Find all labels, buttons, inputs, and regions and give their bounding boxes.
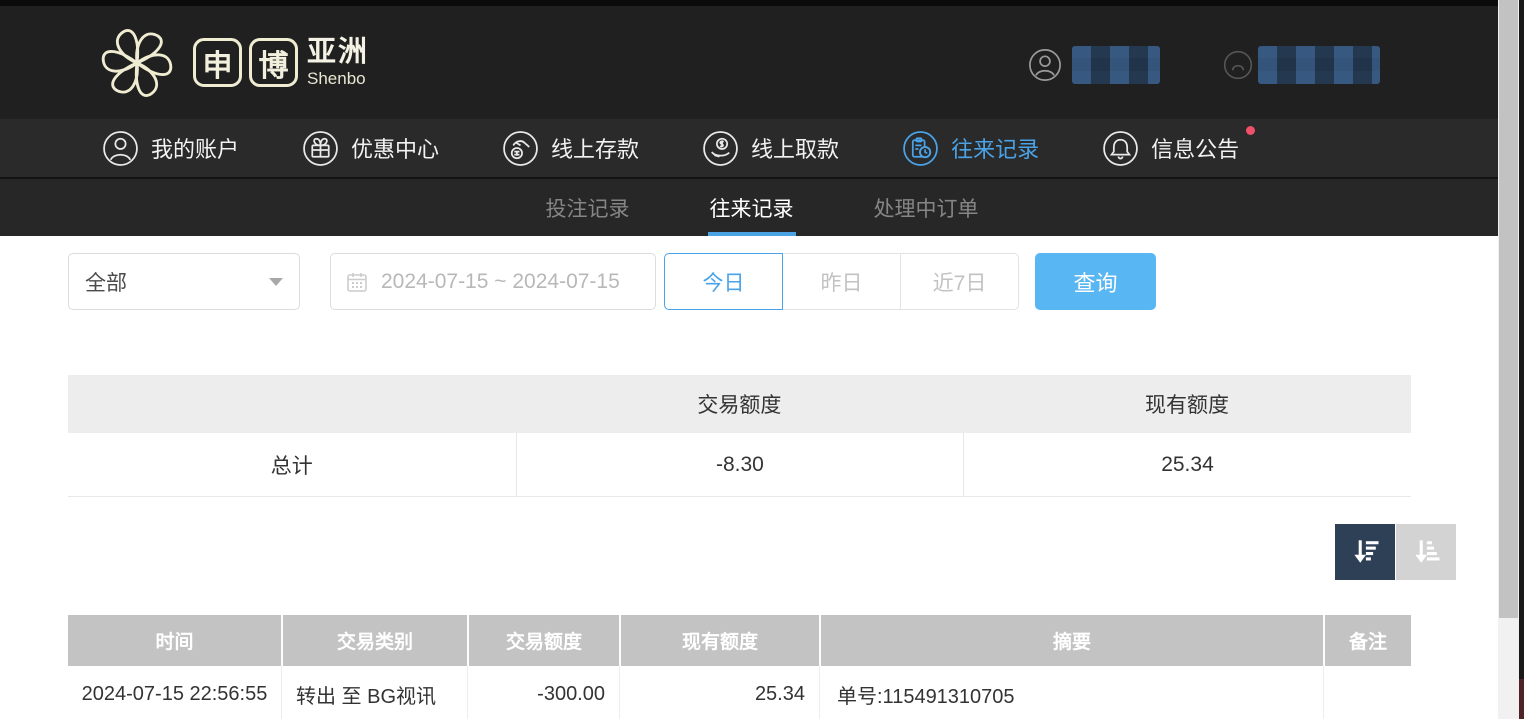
- cell-summary: 单号:115491310705: [819, 666, 1323, 719]
- date-range-value: 2024-07-15 ~ 2024-07-15: [381, 270, 620, 294]
- quick-range-group: 今日 昨日 近7日: [664, 253, 1019, 310]
- sort-ascending-icon: [1408, 534, 1444, 570]
- tab-betting-records[interactable]: 投注记录: [540, 179, 636, 236]
- user-area: [1028, 46, 1380, 84]
- nav-item-my-account[interactable]: 我的账户: [102, 130, 239, 167]
- gift-icon: [302, 130, 339, 167]
- type-select[interactable]: 全部: [68, 253, 300, 310]
- summary-table: 交易额度 现有额度 总计 -8.30 25.34: [68, 375, 1411, 497]
- withdraw-coin-hand-icon: [702, 130, 739, 167]
- sort-ascending-button[interactable]: [1396, 524, 1456, 580]
- notification-dot: [1246, 126, 1255, 135]
- nav-item-online-withdrawal[interactable]: 线上取款: [702, 130, 839, 167]
- summary-transaction-amount: -8.30: [516, 433, 964, 496]
- search-button[interactable]: 查询: [1035, 253, 1156, 310]
- filter-row: 全部 2024-07-15 ~ 2024-07-15 今日 昨日 近7日 查询: [68, 253, 1524, 310]
- window-edge-strip: [1519, 0, 1524, 719]
- records-table: 时间 交易类别 交易额度 现有额度 摘要 备注 2024-07-15 22:56…: [68, 615, 1411, 719]
- header-current-balance: 现有额度: [619, 615, 819, 666]
- user-icon: [102, 130, 139, 167]
- summary-header-transaction-amount: 交易额度: [516, 375, 964, 433]
- table-row: 2024-07-15 22:56:55 转出 至 BG视讯 -300.00 25…: [68, 666, 1411, 719]
- scrollbar-thumb[interactable]: [1499, 0, 1518, 618]
- cell-transaction-type: 转出 至 BG视讯: [281, 666, 467, 719]
- cell-transaction-amount: -300.00: [467, 666, 619, 719]
- deposit-hand-coin-icon: [502, 130, 539, 167]
- summary-current-balance: 25.34: [963, 433, 1411, 496]
- logo-latin-text: Shenbo: [307, 70, 369, 87]
- nav-label: 优惠中心: [351, 132, 439, 164]
- redacted-balance: [1258, 46, 1380, 84]
- nav-item-promotions[interactable]: 优惠中心: [302, 130, 439, 167]
- site-logo[interactable]: 申 博 亚洲 Shenbo: [95, 21, 369, 105]
- vertical-scrollbar[interactable]: [1498, 0, 1519, 719]
- records-clipboard-clock-icon: [902, 130, 939, 167]
- logo-char-shen: 申: [193, 38, 242, 87]
- site-header: 申 博 亚洲 Shenbo: [0, 6, 1524, 119]
- redacted-username: [1072, 46, 1160, 84]
- logo-region-text: 亚洲: [307, 38, 369, 67]
- nav-label: 线上取款: [751, 132, 839, 164]
- logo-char-bo: 博: [249, 38, 298, 87]
- summary-header-current-balance: 现有额度: [963, 375, 1411, 433]
- cell-time: 2024-07-15 22:56:55: [68, 666, 281, 719]
- nav-label: 信息公告: [1151, 132, 1239, 164]
- date-range-input[interactable]: 2024-07-15 ~ 2024-07-15: [330, 253, 656, 310]
- type-select-value: 全部: [85, 267, 127, 297]
- summary-table-header: 交易额度 现有额度: [68, 375, 1411, 433]
- range-button-last7days[interactable]: 近7日: [900, 253, 1019, 310]
- cell-current-balance: 25.34: [619, 666, 819, 719]
- nav-item-announcements[interactable]: 信息公告: [1102, 130, 1239, 167]
- wallet-icon[interactable]: [1222, 49, 1254, 81]
- sort-descending-icon: [1347, 534, 1383, 570]
- main-nav: 我的账户 优惠中心 线上存款: [0, 119, 1524, 177]
- summary-header-blank: [68, 375, 516, 433]
- nav-item-transaction-records[interactable]: 往来记录: [902, 130, 1039, 167]
- header-transaction-amount: 交易额度: [467, 615, 619, 666]
- page: 申 博 亚洲 Shenbo: [0, 0, 1524, 719]
- header-summary: 摘要: [819, 615, 1323, 666]
- flower-pinwheel-icon: [95, 21, 179, 105]
- summary-total-row: 总计 -8.30 25.34: [68, 433, 1411, 497]
- range-button-yesterday[interactable]: 昨日: [782, 253, 901, 310]
- logo-character-boxes: 申 博: [193, 38, 298, 87]
- nav-label: 线上存款: [551, 132, 639, 164]
- sort-controls: [0, 524, 1456, 580]
- cell-note: [1323, 666, 1411, 719]
- tab-transaction-records[interactable]: 往来记录: [704, 179, 800, 236]
- records-table-header: 时间 交易类别 交易额度 现有额度 摘要 备注: [68, 615, 1411, 666]
- sort-descending-button[interactable]: [1335, 524, 1395, 580]
- window-edge-accent: [1519, 679, 1524, 719]
- content: 全部 2024-07-15 ~ 2024-07-15 今日 昨日 近7日 查询: [0, 236, 1524, 719]
- user-circle-icon[interactable]: [1028, 48, 1062, 82]
- calendar-icon: [345, 270, 369, 294]
- header-transaction-type: 交易类别: [281, 615, 467, 666]
- header-time: 时间: [68, 615, 281, 666]
- tab-processing-orders[interactable]: 处理中订单: [868, 179, 985, 236]
- sub-nav: 投注记录 往来记录 处理中订单: [0, 177, 1524, 236]
- chevron-down-icon: [269, 278, 283, 286]
- summary-total-label: 总计: [68, 433, 516, 496]
- range-button-today[interactable]: 今日: [664, 253, 783, 310]
- nav-label: 往来记录: [951, 132, 1039, 164]
- header-note: 备注: [1323, 615, 1411, 666]
- nav-item-online-deposit[interactable]: 线上存款: [502, 130, 639, 167]
- nav-label: 我的账户: [151, 132, 239, 164]
- bell-icon: [1102, 130, 1139, 167]
